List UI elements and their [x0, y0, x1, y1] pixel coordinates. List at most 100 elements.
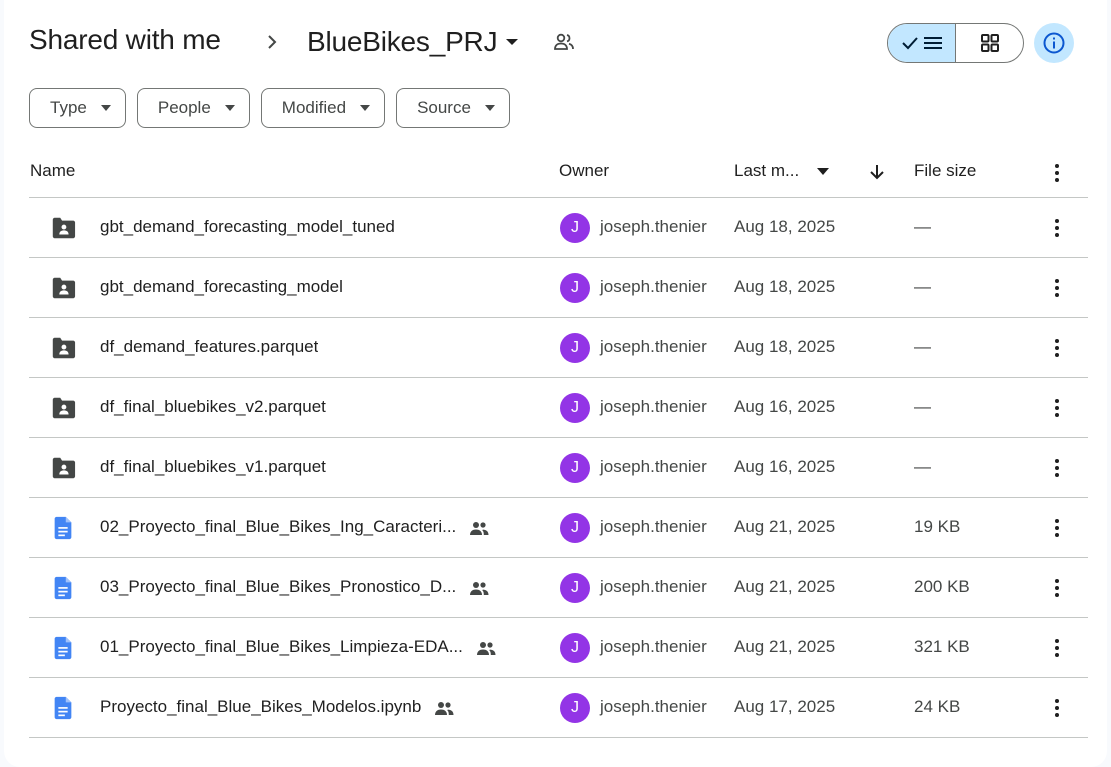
file-name: gbt_demand_forecasting_model_tuned — [100, 217, 395, 236]
breadcrumb-current-folder[interactable]: BlueBikes_PRJ — [299, 20, 527, 64]
owner-name: joseph.thenier — [600, 577, 707, 596]
last-modified: Aug 18, 2025 — [734, 337, 836, 356]
file-name: gbt_demand_forecasting_model — [100, 277, 343, 296]
caret-down-icon — [100, 105, 111, 111]
breadcrumb-shared-with-me[interactable]: Shared with me — [29, 24, 221, 56]
more-vert-icon[interactable] — [1047, 336, 1067, 360]
owner-name: joseph.thenier — [600, 637, 707, 656]
current-folder-title: BlueBikes_PRJ — [307, 26, 498, 57]
grid-view-button[interactable] — [956, 24, 1023, 62]
owner-name: joseph.thenier — [600, 217, 707, 236]
filter-type-chip[interactable]: Type — [29, 88, 126, 128]
list-icon — [923, 37, 942, 49]
filter-label: Modified — [281, 98, 347, 117]
column-header-modified-label: Last m... — [734, 161, 800, 180]
filter-label: People — [157, 98, 211, 117]
file-name: df_demand_features.parquet — [100, 337, 319, 356]
file-row[interactable]: 01_Proyecto_final_Blue_Bikes_Limpieza-ED… — [29, 618, 1088, 678]
file-row[interactable]: Proyecto_final_Blue_Bikes_Modelos.ipynb … — [29, 678, 1088, 738]
file-size: — — [914, 277, 931, 296]
filter-source-chip[interactable]: Source — [396, 88, 510, 128]
list-view-button[interactable] — [888, 24, 956, 62]
last-modified: Aug 21, 2025 — [734, 637, 836, 656]
shared-people-icon — [554, 33, 574, 50]
file-row[interactable]: df_final_bluebikes_v1.parquet J joseph.t… — [29, 438, 1088, 498]
document-icon — [54, 576, 72, 600]
more-vert-icon[interactable] — [1047, 636, 1067, 660]
column-header-modified[interactable]: Last m... — [734, 161, 830, 181]
shared-folder-icon — [52, 457, 76, 479]
owner-avatar: J — [560, 453, 590, 483]
last-modified: Aug 18, 2025 — [734, 277, 836, 296]
more-vert-icon[interactable] — [1047, 456, 1067, 480]
file-name: 03_Proyecto_final_Blue_Bikes_Pronostico_… — [100, 577, 457, 596]
file-name: df_final_bluebikes_v1.parquet — [100, 457, 326, 476]
filter-people-chip[interactable]: People — [136, 88, 250, 128]
chevron-right-icon — [268, 35, 277, 49]
owner-avatar: J — [560, 213, 590, 243]
file-row[interactable]: gbt_demand_forecasting_model J joseph.th… — [29, 258, 1088, 318]
shared-people-icon — [470, 522, 489, 535]
caret-down-icon — [360, 105, 371, 111]
caret-down-icon — [224, 105, 235, 111]
file-size: — — [914, 337, 931, 356]
file-name: Proyecto_final_Blue_Bikes_Modelos.ipynb — [100, 697, 422, 716]
details-info-button[interactable] — [1034, 23, 1074, 63]
column-header-name[interactable]: Name — [30, 161, 75, 181]
more-vert-icon[interactable] — [1047, 276, 1067, 300]
drive-panel: Shared with me BlueBikes_PRJ Type People… — [4, 0, 1107, 767]
view-toggle — [887, 23, 1024, 63]
document-icon — [54, 696, 72, 720]
more-vert-icon[interactable] — [1047, 396, 1067, 420]
owner-name: joseph.thenier — [600, 337, 707, 356]
caret-down-icon — [484, 105, 495, 111]
last-modified: Aug 18, 2025 — [734, 217, 836, 236]
file-row[interactable]: 02_Proyecto_final_Blue_Bikes_Ing_Caracte… — [29, 498, 1088, 558]
shared-people-icon — [476, 642, 496, 655]
file-row[interactable]: gbt_demand_forecasting_model_tuned J jos… — [29, 198, 1088, 258]
more-vert-icon — [1055, 164, 1059, 182]
more-vert-icon[interactable] — [1047, 576, 1067, 600]
file-row[interactable]: df_demand_features.parquet J joseph.then… — [29, 318, 1088, 378]
file-name: df_final_bluebikes_v2.parquet — [100, 397, 326, 416]
owner-name: joseph.thenier — [600, 397, 707, 416]
owner-avatar: J — [560, 393, 590, 423]
more-vert-icon[interactable] — [1047, 696, 1067, 720]
header: Shared with me BlueBikes_PRJ — [4, 0, 1107, 84]
column-header-owner[interactable]: Owner — [559, 161, 609, 181]
file-row[interactable]: df_final_bluebikes_v2.parquet J joseph.t… — [29, 378, 1088, 438]
owner-avatar: J — [560, 333, 590, 363]
filter-modified-chip[interactable]: Modified — [260, 88, 386, 128]
caret-down-icon — [506, 39, 519, 45]
document-icon — [54, 636, 72, 660]
shared-people-icon — [435, 702, 454, 715]
filter-label: Source — [417, 98, 471, 117]
file-size: — — [914, 397, 931, 416]
filter-label: Type — [50, 98, 87, 117]
file-size: 321 KB — [914, 637, 970, 656]
owner-name: joseph.thenier — [600, 277, 707, 296]
file-size: 24 KB — [914, 697, 961, 716]
file-size: 200 KB — [914, 577, 970, 596]
file-name: 01_Proyecto_final_Blue_Bikes_Limpieza-ED… — [100, 637, 463, 656]
shared-folder-icon — [52, 217, 76, 239]
more-vert-icon[interactable] — [1047, 216, 1067, 240]
last-modified: Aug 16, 2025 — [734, 457, 836, 476]
grid-icon — [980, 34, 999, 52]
last-modified: Aug 21, 2025 — [734, 577, 836, 596]
sort-arrow-down-icon[interactable] — [867, 160, 887, 184]
owner-name: joseph.thenier — [600, 697, 707, 716]
owner-avatar: J — [560, 273, 590, 303]
file-row[interactable]: 03_Proyecto_final_Blue_Bikes_Pronostico_… — [29, 558, 1088, 618]
shared-people-icon — [470, 582, 489, 595]
filter-chips: Type People Modified Source — [29, 88, 510, 128]
more-vert-icon[interactable] — [1047, 516, 1067, 540]
column-header-file-size[interactable]: File size — [914, 161, 976, 181]
shared-folder-icon — [52, 277, 76, 299]
checkmark-icon — [901, 37, 918, 50]
owner-avatar: J — [560, 573, 590, 603]
owner-avatar: J — [560, 693, 590, 723]
file-list: gbt_demand_forecasting_model_tuned J jos… — [29, 198, 1088, 738]
shared-folder-icon — [52, 397, 76, 419]
last-modified: Aug 21, 2025 — [734, 517, 836, 536]
